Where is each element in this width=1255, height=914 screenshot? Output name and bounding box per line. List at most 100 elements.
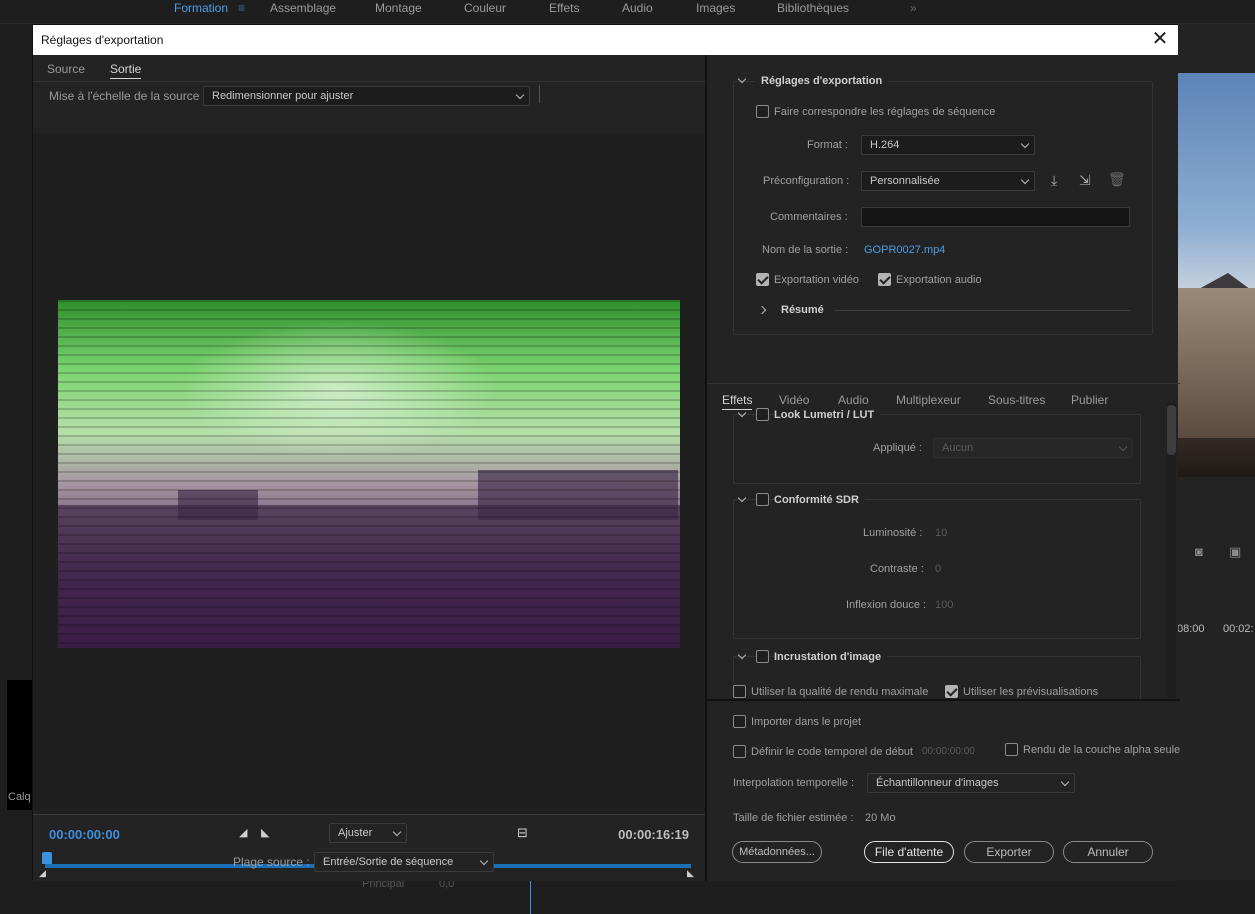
lumetri-header: Look Lumetri / LUT [774,409,881,421]
save-preset-icon[interactable]: ⤓ [1051,172,1057,189]
lumetri-checkbox[interactable] [756,408,769,421]
mark-out-icon[interactable]: ◣ [261,826,269,839]
toolbar-divider [539,85,540,103]
workspace-tab-couleur[interactable]: Couleur [464,1,506,15]
luminosity-value[interactable]: 10 [935,527,947,539]
soft-knee-label: Inflexion douce : [846,599,927,611]
close-icon[interactable]: ✕ [1148,28,1172,52]
cancel-button[interactable]: Annuler [1063,841,1153,863]
time-interpolation-dropdown[interactable]: Échantillonneur d'images [867,773,1075,793]
export-settings-header: Réglages d'exportation [755,75,889,87]
export-video-checkbox[interactable] [756,273,769,286]
applied-label: Appliqué : [873,442,922,454]
zoom-fit-dropdown[interactable]: Ajuster [329,823,407,843]
video-frame [58,300,680,648]
import-project-checkbox[interactable] [733,715,746,728]
background-left-panel: Calq [0,24,32,914]
queue-button[interactable]: File d'attente [864,841,954,863]
import-preset-icon[interactable]: ⇲ [1079,172,1091,189]
chevron-down-icon [1060,777,1070,787]
workspace-tab-effets[interactable]: Effets [549,1,579,15]
preset-label: Préconfiguration : [763,175,850,187]
workspace-tab-images[interactable]: Images [696,1,735,15]
max-quality-checkbox[interactable] [733,685,746,698]
format-value: H.264 [870,139,900,151]
background-house [1178,288,1255,438]
workspace-tab-bibliotheques[interactable]: Bibliothèques [777,1,849,15]
workspace-tab-formation[interactable]: Formation [174,1,228,15]
format-label: Format : [807,139,848,151]
match-sequence-checkbox[interactable] [756,105,769,118]
playhead-handle[interactable] [42,852,52,864]
summary-header[interactable]: Résumé [781,304,824,316]
range-start-handle-icon[interactable]: ◢ [39,868,46,879]
overlay-header: Incrustation d'image [774,651,888,663]
preview-panel: Source Sortie Mise à l'échelle de la sou… [33,55,705,881]
chevron-down-icon [392,827,402,837]
camera-icon[interactable]: ◙ [1195,544,1203,559]
start-timecode-value[interactable]: 00:00:00:00 [922,746,975,757]
comments-field[interactable] [861,207,1130,227]
start-timecode-label: Définir le code temporel de début [751,746,914,758]
background-time-1: 08:00 [1177,623,1205,635]
export-settings-dialog: Réglages d'exportation ✕ Source Sortie M… [32,24,1181,881]
workspace-tab-audio[interactable]: Audio [622,1,653,15]
timecode-current[interactable]: 00:00:00:00 [49,827,120,842]
background-layer-label: Calq [8,791,31,803]
workspace-menu-icon[interactable]: ≡ [238,1,245,15]
alpha-only-label: Rendu de la couche alpha seule [1023,744,1181,756]
output-name-label: Nom de la sortie : [762,244,849,256]
output-preview-area [33,133,705,814]
use-previews-checkbox[interactable] [945,685,958,698]
tab-source[interactable]: Source [47,62,85,76]
soft-knee-value[interactable]: 100 [935,599,953,611]
max-quality-label: Utiliser la qualité de rendu maximale [751,686,929,698]
comments-label: Commentaires : [770,211,848,223]
source-range-dropdown[interactable]: Entrée/Sortie de séquence [314,852,494,872]
applied-dropdown[interactable]: Aucun [933,438,1133,458]
dialog-title: Réglages d'exportation [41,33,164,47]
source-range-label: Plage source : [233,855,310,869]
range-end-handle-icon[interactable]: ◣ [687,868,694,879]
source-scaling-label: Mise à l'échelle de la source : [49,89,207,103]
start-timecode-checkbox[interactable] [733,745,746,758]
sdr-checkbox[interactable] [756,493,769,506]
sdr-header: Conformité SDR [774,494,865,506]
chevron-down-icon [479,856,489,866]
effects-scrollbar-thumb[interactable] [1167,405,1176,455]
effects-scroll-area: Look Lumetri / LUT Appliqué : Aucun Conf… [707,403,1165,699]
file-size-label: Taille de fichier estimée : [733,812,854,824]
format-dropdown[interactable]: H.264 [861,135,1035,155]
preset-dropdown[interactable]: Personnalisée [861,171,1035,191]
trash-icon[interactable]: 🗑 [1108,171,1126,188]
background-time-2: 00:02: [1223,623,1254,635]
use-previews-label: Utiliser les prévisualisations [963,686,1099,698]
workspace-tab-montage[interactable]: Montage [375,1,422,15]
file-size-value: 20 Mo [865,812,896,824]
tab-sortie[interactable]: Sortie [110,62,142,79]
mark-in-icon[interactable]: ◢ [239,826,247,839]
chevron-down-icon [515,90,525,100]
time-interpolation-label: Interpolation temporelle : [733,777,855,789]
overlay-checkbox[interactable] [756,650,769,663]
chevron-down-icon [1118,442,1128,452]
export-video-label: Exportation vidéo [774,274,859,286]
metadata-button[interactable]: Métadonnées... [732,841,822,863]
compare-icon[interactable]: ▣ [1229,544,1241,560]
contrast-value[interactable]: 0 [935,563,941,575]
alpha-only-checkbox[interactable] [1005,743,1018,756]
export-button[interactable]: Exporter [964,841,1054,863]
aspect-ratio-icon[interactable]: ⊟ [517,825,528,841]
export-audio-checkbox[interactable] [878,273,891,286]
luminosity-label: Luminosité : [863,527,923,539]
source-range-value: Entrée/Sortie de séquence [323,856,454,868]
scanline-overlay [58,300,680,648]
settings-panel: Réglages d'exportation Faire correspondr… [705,55,1181,881]
source-scaling-dropdown[interactable]: Redimensionner pour ajuster [203,86,530,106]
output-name-link[interactable]: GOPR0027.mp4 [864,244,945,256]
contrast-label: Contraste : [870,563,924,575]
workspace-overflow-icon[interactable]: » [910,1,917,15]
workspace-tab-assemblage[interactable]: Assemblage [270,1,336,15]
match-sequence-label: Faire correspondre les réglages de séque… [774,106,996,118]
export-audio-label: Exportation audio [896,274,982,286]
